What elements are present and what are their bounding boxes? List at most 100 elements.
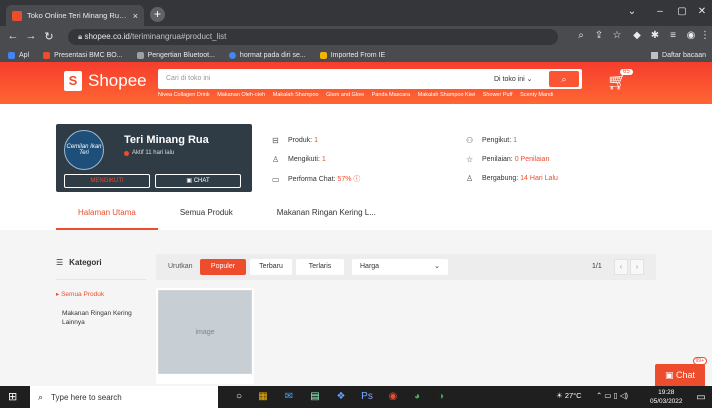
- notification-icon[interactable]: ▭: [694, 391, 708, 405]
- stat-label: Produk:: [288, 137, 313, 144]
- browser-icon[interactable]: ◑: [434, 390, 448, 404]
- share-icon[interactable]: ⇪: [592, 30, 606, 41]
- stat-label: Bergabung:: [482, 175, 519, 182]
- category-item-snacks[interactable]: Makanan Ringan Kering Lainnya: [56, 309, 146, 327]
- bookmark-label: Presentasi BMC BO...: [54, 51, 123, 59]
- chevron-right-icon: ›: [635, 262, 639, 271]
- bookmark-label: Apl: [19, 51, 30, 59]
- photoshop-icon[interactable]: Ps: [360, 390, 374, 404]
- close-window-icon[interactable]: ✕: [692, 6, 712, 17]
- url-field[interactable]: 🔒︎ shopee.co.id/teriminangrua#product_li…: [68, 29, 558, 45]
- volume-icon: ◁): [619, 391, 629, 400]
- keyword-link[interactable]: Nivea Collagen Drink: [158, 92, 210, 98]
- price-label: Harga: [360, 263, 380, 270]
- follow-button[interactable]: MENGIKUTI: [64, 174, 150, 188]
- reload-icon[interactable]: ↻: [42, 30, 56, 43]
- chrome-icon[interactable]: ◕: [410, 390, 424, 404]
- tab-category[interactable]: Makanan Ringan Kering L...: [255, 204, 398, 230]
- list-icon: ☰: [56, 258, 64, 267]
- menu-dots-icon[interactable]: ⋮: [698, 30, 712, 41]
- stat-label: Performa Chat:: [288, 175, 336, 183]
- keyword-link[interactable]: Makanan Oleh-oleh: [217, 92, 265, 98]
- price-sort-dropdown[interactable]: Harga ⌄: [352, 259, 448, 275]
- bookmark-item[interactable]: hormat pada diri se...: [228, 51, 306, 59]
- bookmark-label: Pengertian Bluetoot...: [147, 51, 215, 59]
- category-sidebar: ☰ Kategori ▸ Semua Produk Makanan Ringan …: [56, 258, 146, 337]
- media-icon[interactable]: ≡: [666, 30, 680, 41]
- keyword-link[interactable]: Makalah Shampoo: [273, 92, 319, 98]
- chevron-down-icon[interactable]: ⌄: [622, 6, 642, 17]
- bookmark-item[interactable]: Presentasi BMC BO...: [43, 51, 123, 59]
- shop-active-status: Aktif 11 hari lalu: [124, 150, 174, 156]
- windows-start-icon[interactable]: ⊞: [8, 391, 20, 403]
- chevron-down-icon: ⌄: [434, 263, 440, 270]
- bookmarks-bar: Apl Presentasi BMC BO... Pengertian Blue…: [0, 48, 712, 62]
- prev-page-button[interactable]: ‹: [614, 259, 628, 275]
- search-button[interactable]: ⌕: [549, 71, 579, 87]
- stat-value[interactable]: 57% ⓘ: [337, 174, 360, 184]
- back-arrow-icon[interactable]: ←: [6, 30, 20, 42]
- browser-tab[interactable]: Toko Online Teri Minang Rua | Sh ×: [6, 5, 144, 26]
- forward-arrow-icon[interactable]: →: [24, 30, 38, 42]
- keyword-link[interactable]: Makalah Shampoo Kiwi: [418, 92, 475, 98]
- avatar[interactable]: Cemilan Ikan Teri: [64, 130, 104, 170]
- windows-taskbar: ⊞ ⌕ Type here to search ○ ▦ ✉ ▤ ❖ Ps ◉ ◕ …: [0, 386, 712, 408]
- bookmark-item[interactable]: Pengertian Bluetoot...: [136, 51, 215, 59]
- shopee-logo[interactable]: S Shopee: [64, 71, 147, 91]
- sort-popular-button[interactable]: Populer: [200, 259, 246, 275]
- category-item-all[interactable]: ▸ Semua Produk: [56, 290, 146, 299]
- tray-icons[interactable]: ⌃ ▭ ▯ ◁): [596, 391, 628, 400]
- user-check-icon: ♙: [466, 174, 474, 183]
- calculator-icon[interactable]: ▤: [308, 390, 322, 404]
- chat-button[interactable]: ▣ CHAT: [155, 174, 241, 188]
- search-input[interactable]: Cari di toko ini: [166, 75, 210, 82]
- sort-newest-button[interactable]: Terbaru: [250, 259, 292, 275]
- keyword-link[interactable]: Scenty Mandi: [520, 92, 553, 98]
- stat-ratings: ☆ Penilaian: 0 Penilaian: [466, 155, 549, 164]
- tab-all-products[interactable]: Semua Produk: [158, 204, 255, 230]
- maximize-icon[interactable]: ▢: [672, 6, 692, 17]
- floating-chat-button[interactable]: ▣ Chat 99+: [655, 357, 707, 386]
- puzzle-icon[interactable]: ✱: [648, 30, 662, 41]
- search-scope-dropdown[interactable]: Di toko ini ⌄: [494, 75, 533, 83]
- tab-close-icon[interactable]: ×: [133, 11, 138, 21]
- stat-chat-performance: ▭ Performa Chat: 57% ⓘ: [272, 174, 360, 184]
- mail-icon[interactable]: ✉: [282, 390, 296, 404]
- keyword-link[interactable]: Glam and Glow: [326, 92, 364, 98]
- shopee-favicon-icon: [12, 10, 22, 21]
- product-card[interactable]: image: [156, 288, 254, 384]
- extension-icon[interactable]: ◆: [630, 30, 644, 41]
- apps-grid-icon: [8, 51, 15, 59]
- folder-icon: [319, 51, 327, 59]
- weather-indicator[interactable]: ☀ 27°C: [556, 391, 582, 400]
- minimize-icon[interactable]: –: [650, 6, 670, 17]
- cart-count-badge: 65: [620, 69, 633, 75]
- cortana-icon[interactable]: ○: [232, 390, 246, 404]
- star-icon[interactable]: ☆: [610, 30, 624, 41]
- profile-icon[interactable]: ◉: [684, 30, 698, 41]
- cart-button[interactable]: 🛒︎ 65: [607, 69, 633, 92]
- next-page-button[interactable]: ›: [630, 259, 644, 275]
- category-heading: ☰ Kategori: [56, 258, 146, 267]
- reading-list[interactable]: Daftar bacaan: [651, 48, 706, 62]
- tab-home[interactable]: Halaman Utama: [56, 204, 158, 230]
- taskbar-search[interactable]: ⌕ Type here to search: [30, 386, 218, 408]
- product-image[interactable]: image: [158, 290, 252, 374]
- url-host: shopee.co.id: [84, 32, 130, 41]
- reading-list-label: Daftar bacaan: [662, 51, 706, 59]
- user-icon: ♙: [272, 155, 280, 164]
- dropbox-icon[interactable]: ❖: [334, 390, 348, 404]
- stat-value: 1: [321, 156, 326, 163]
- search-icon: ⌕: [38, 391, 44, 402]
- keyword-link[interactable]: Shower Puff: [483, 92, 513, 98]
- new-tab-button[interactable]: +: [150, 7, 165, 22]
- media-player-icon[interactable]: ◉: [386, 390, 400, 404]
- bookmark-apps[interactable]: Apl: [8, 51, 30, 59]
- keyword-link[interactable]: Panda Mascara: [372, 92, 411, 98]
- bookmark-folder[interactable]: Imported From IE: [319, 51, 385, 59]
- stat-value: 14 Hari Lalu: [520, 175, 558, 182]
- system-clock[interactable]: 19:28 05/03/2022: [650, 388, 683, 406]
- zoom-icon[interactable]: ⌕: [574, 30, 588, 41]
- sort-bestseller-button[interactable]: Terlaris: [296, 259, 344, 275]
- task-view-icon[interactable]: ▦: [256, 390, 270, 404]
